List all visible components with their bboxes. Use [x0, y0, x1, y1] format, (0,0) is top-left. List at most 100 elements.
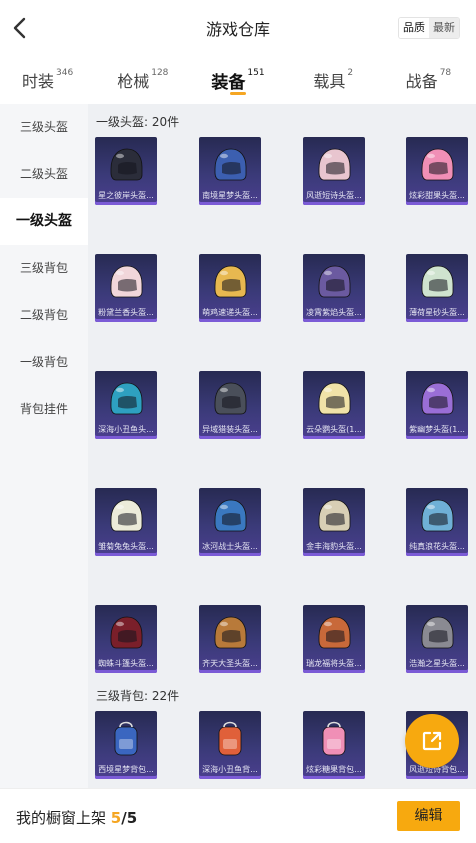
helmet-icon — [421, 148, 454, 181]
share-button[interactable] — [405, 714, 459, 768]
helmet-icon — [214, 265, 247, 298]
item-label: 冰河战士头盔... — [202, 542, 258, 551]
tab-fashion[interactable]: 时装 346 — [0, 56, 95, 104]
tab-supplies[interactable]: 战备 78 — [381, 56, 476, 104]
item-card[interactable]: 浩瀚之星头盔... — [406, 605, 468, 673]
tab-equipment[interactable]: 装备 151 — [190, 56, 285, 104]
helmet-icon — [318, 499, 351, 532]
item-label: 异域猎装头盔... — [202, 425, 258, 434]
item-label: 金丰海豹头盔... — [306, 542, 362, 551]
item-card[interactable]: 风逝短诗头盔... — [303, 137, 365, 205]
showcase-current: 5 — [110, 809, 122, 827]
item-label: 深海小丑鱼背... — [202, 765, 258, 774]
item-card[interactable]: 蜘蛛斗篷头盔... — [95, 605, 157, 673]
tab-label: 战备 — [405, 72, 438, 91]
helmet-icon — [318, 382, 351, 415]
item-card[interactable]: 星之彼岸头盔... — [95, 137, 157, 205]
tab-count: 78 — [439, 68, 452, 78]
item-label: 凌霄紫焰头盔... — [306, 308, 362, 317]
item-label: 粉黛兰香头盔... — [98, 308, 154, 317]
item-card[interactable]: 粉黛兰香头盔... — [95, 254, 157, 322]
tab-label: 时装 — [22, 72, 55, 91]
helmet-icon — [214, 148, 247, 181]
item-card[interactable]: 深海小丑鱼背... — [199, 711, 261, 779]
backpack-icon — [114, 721, 138, 756]
sidebar-item-level1-backpack[interactable]: 一级背包 — [0, 339, 88, 386]
tab-count: 128 — [151, 68, 169, 78]
item-label: 炫彩甜果头盔... — [409, 191, 465, 200]
item-card[interactable]: 深海小丑鱼头... — [95, 371, 157, 439]
item-label: 雏菊兔兔头盔... — [98, 542, 154, 551]
item-label: 星之彼岸头盔... — [98, 191, 154, 200]
item-card[interactable]: 金丰海豹头盔... — [303, 488, 365, 556]
item-label: 南境星梦头盔... — [202, 191, 258, 200]
item-label: 瑞龙福将头盔... — [306, 659, 362, 668]
item-label: 萌鸡速递头盔... — [202, 308, 258, 317]
item-card[interactable]: 雏菊兔兔头盔... — [95, 488, 157, 556]
share-icon — [422, 731, 442, 751]
sidebar-item-level2-backpack[interactable]: 二级背包 — [0, 292, 88, 339]
item-card[interactable]: 薄荷星砂头盔... — [406, 254, 468, 322]
sidebar-item-level3-helmet[interactable]: 三级头盔 — [0, 104, 88, 151]
tab-label: 载具 — [313, 72, 346, 91]
item-label: 薄荷星砂头盔... — [409, 308, 465, 317]
helmet-icon — [110, 499, 143, 532]
tab-count: 2 — [347, 68, 354, 78]
section-title-level3-backpack: 三级背包: 22件 — [96, 689, 180, 703]
item-grid: 一级头盔: 20件 三级背包: 22件 星之彼岸头盔... 南境星梦头盔... 风逝… — [88, 104, 476, 788]
sidebar: 三级头盔 二级头盔 一级头盔 三级背包 二级背包 一级背包 背包挂件 — [0, 104, 88, 788]
helmet-icon — [110, 265, 143, 298]
helmet-icon — [110, 616, 143, 649]
item-card[interactable]: 萌鸡速递头盔... — [199, 254, 261, 322]
item-card[interactable]: 紫幽梦头盔(1... — [406, 371, 468, 439]
item-label: 蜘蛛斗篷头盔... — [98, 659, 154, 668]
tab-guns[interactable]: 枪械 128 — [95, 56, 190, 104]
tab-label: 枪械 — [117, 72, 150, 91]
sidebar-item-backpack-charm[interactable]: 背包挂件 — [0, 386, 88, 433]
item-card[interactable]: 冰河战士头盔... — [199, 488, 261, 556]
showcase-total: /5 — [121, 809, 138, 827]
tab-count: 346 — [56, 68, 74, 78]
sidebar-item-level2-helmet[interactable]: 二级头盔 — [0, 151, 88, 198]
tab-label: 装备 — [211, 73, 246, 93]
item-card[interactable]: 南境星梦头盔... — [199, 137, 261, 205]
item-label: 西境星梦背包... — [98, 765, 154, 774]
showcase-label: 我的橱窗上架 — [16, 809, 107, 827]
bottom-bar: 我的橱窗上架 5/5 编辑 — [0, 788, 476, 843]
tab-count: 151 — [247, 68, 265, 78]
helmet-icon — [421, 265, 454, 298]
sidebar-item-level3-backpack[interactable]: 三级背包 — [0, 245, 88, 292]
item-card[interactable]: 炫彩糖果背包... — [303, 711, 365, 779]
helmet-icon — [421, 616, 454, 649]
helmet-icon — [214, 382, 247, 415]
helmet-icon — [110, 382, 143, 415]
sort-quality-button[interactable]: 品质 — [399, 18, 429, 38]
item-card[interactable]: 纯真浪花头盔... — [406, 488, 468, 556]
helmet-icon — [214, 499, 247, 532]
category-tabs: 时装 346 枪械 128 装备 151 载具 2 战备 78 — [0, 56, 476, 104]
helmet-icon — [421, 499, 454, 532]
item-card[interactable]: 异域猎装头盔... — [199, 371, 261, 439]
item-label: 云朵鹦头盔(1... — [306, 425, 362, 434]
item-label: 浩瀚之星头盔... — [409, 659, 465, 668]
item-label: 风逝短诗头盔... — [306, 191, 362, 200]
item-label: 齐天大圣头盔... — [202, 659, 258, 668]
item-card[interactable]: 瑞龙福将头盔... — [303, 605, 365, 673]
edit-button[interactable]: 编辑 — [397, 801, 460, 831]
sort-toggle[interactable]: 品质 最新 — [398, 17, 460, 39]
item-label: 深海小丑鱼头... — [98, 425, 154, 434]
item-card[interactable]: 炫彩甜果头盔... — [406, 137, 468, 205]
sort-latest-button[interactable]: 最新 — [429, 18, 459, 38]
item-card[interactable]: 凌霄紫焰头盔... — [303, 254, 365, 322]
helmet-icon — [318, 616, 351, 649]
item-card[interactable]: 齐天大圣头盔... — [199, 605, 261, 673]
showcase-status: 我的橱窗上架 5/5 — [16, 807, 137, 828]
sidebar-item-level1-helmet[interactable]: 一级头盔 — [0, 198, 88, 245]
tab-vehicles[interactable]: 载具 2 — [286, 56, 381, 104]
header-bar: 游戏仓库 品质 最新 — [0, 0, 476, 56]
helmet-icon — [110, 148, 143, 181]
item-card[interactable]: 云朵鹦头盔(1... — [303, 371, 365, 439]
helmet-icon — [214, 616, 247, 649]
section-title-level1-helmet: 一级头盔: 20件 — [96, 115, 180, 129]
item-card[interactable]: 西境星梦背包... — [95, 711, 157, 779]
